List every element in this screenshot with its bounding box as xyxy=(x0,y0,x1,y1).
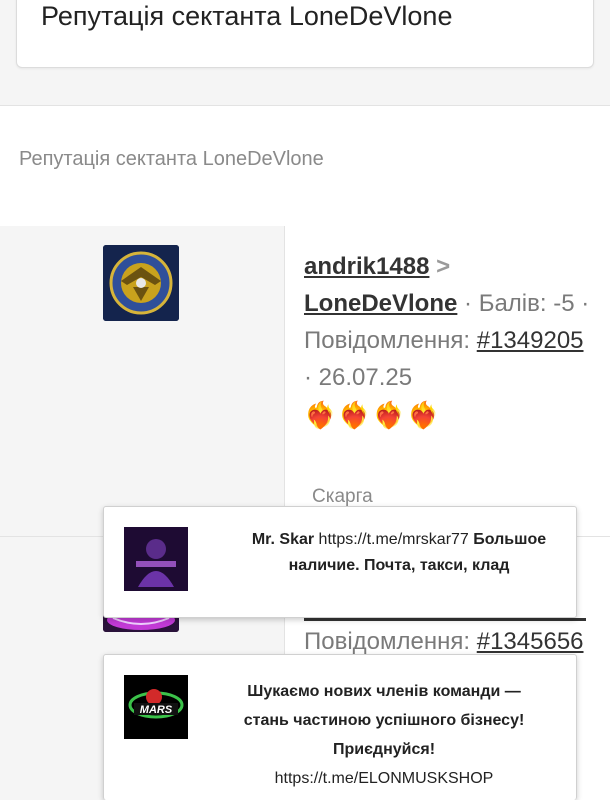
ad-line: стань частиною успішного бізнесу! xyxy=(243,712,525,729)
ad-thumbnail xyxy=(124,527,188,591)
ad-thumbnail: MARS xyxy=(124,675,188,739)
ad-line: Приєднуйся! xyxy=(332,741,436,758)
svg-text:MARS: MARS xyxy=(140,704,173,716)
title-card: Репутація сектанта LoneDeVlone xyxy=(16,0,594,68)
page-subtitle: Репутація сектанта LoneDeVlone xyxy=(19,148,324,170)
complaint-link[interactable]: Скарга xyxy=(312,486,373,508)
sender-link[interactable]: andrik1488 xyxy=(304,253,429,280)
ad-popup[interactable]: MARS Шукаємо нових членів команди — стан… xyxy=(103,654,577,800)
ad-name: Mr. Skar xyxy=(251,531,315,548)
page-title: Репутація сектанта LoneDeVlone xyxy=(41,1,453,31)
ad-line: Шукаємо нових членів команди — xyxy=(247,683,521,700)
points-label: · Балів: -5 · xyxy=(464,290,590,317)
arrow-separator: > xyxy=(436,253,451,280)
message-link[interactable]: #1345656 xyxy=(477,628,584,655)
mars-logo-icon: MARS xyxy=(124,675,188,739)
message-link[interactable]: #1349205 xyxy=(477,327,584,354)
ad-link[interactable]: https://t.me/ELONMUSKSHOP xyxy=(204,764,564,793)
ad-text: Шукаємо нових членів команди — стань час… xyxy=(204,677,564,793)
entry-text: Повідомлення: #1345656 xyxy=(304,628,584,656)
message-label: Повідомлення: xyxy=(304,628,471,655)
entry-text: andrik1488 > LoneDeVlone · Балів: -5 · П… xyxy=(304,248,596,396)
avatar[interactable] xyxy=(103,245,179,321)
receiver-link[interactable]: LoneDeVlone xyxy=(304,290,457,317)
reactions: ❤️‍🔥❤️‍🔥❤️‍🔥❤️‍🔥 xyxy=(304,400,442,430)
entry-date: · 26.07.25 xyxy=(304,364,413,391)
ad-popup[interactable]: Mr. Skar https://t.me/mrskar77 Большое н… xyxy=(103,506,577,618)
ad-image xyxy=(124,527,188,591)
ad-text: Mr. Skar https://t.me/mrskar77 Большое н… xyxy=(234,527,564,579)
avatar-image xyxy=(103,245,179,321)
ad-link[interactable]: https://t.me/mrskar77 xyxy=(319,531,469,548)
message-label: Повідомлення: xyxy=(304,327,471,354)
